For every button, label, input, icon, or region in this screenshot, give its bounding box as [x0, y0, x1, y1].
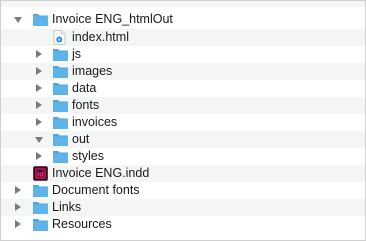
row-invoices[interactable]: invoices [1, 114, 365, 131]
folder-label: invoices [72, 115, 118, 129]
row-out[interactable]: out [1, 131, 365, 148]
svg-text:Id: Id [37, 170, 44, 179]
folder-icon [32, 13, 49, 30]
disclosure-collapsed-icon[interactable] [36, 84, 42, 92]
disclosure-collapsed-icon[interactable] [36, 118, 42, 126]
folder-label: Links [52, 200, 82, 214]
disclosure-collapsed-icon[interactable] [36, 101, 42, 109]
folder-label: styles [72, 149, 104, 163]
folder-label: Resources [52, 217, 112, 231]
folder-label: Invoice ENG_htmlOut [52, 12, 173, 26]
row-data[interactable]: data [1, 80, 365, 97]
disclosure-expanded-icon[interactable] [35, 137, 43, 143]
folder-label: data [72, 81, 97, 95]
row-styles[interactable]: styles [1, 148, 365, 165]
folder-label: fonts [72, 98, 100, 112]
disclosure-collapsed-icon[interactable] [36, 50, 42, 58]
folder-label: images [72, 64, 113, 78]
folder-icon [32, 218, 49, 235]
row-images[interactable]: images [1, 63, 365, 80]
disclosure-collapsed-icon[interactable] [36, 152, 42, 160]
row-resources[interactable]: Resources [1, 216, 365, 233]
folder-label: Document fonts [52, 183, 140, 197]
finder-list-view: Invoice ENG_htmlOut index.html js images… [0, 0, 366, 241]
disclosure-collapsed-icon[interactable] [15, 220, 21, 228]
disclosure-expanded-icon[interactable] [14, 17, 22, 23]
row-invoice-eng-htmlout[interactable]: Invoice ENG_htmlOut [1, 11, 365, 28]
folder-label: js [72, 47, 82, 61]
file-label: index.html [72, 30, 129, 44]
disclosure-collapsed-icon[interactable] [15, 203, 21, 211]
file-label: Invoice ENG.indd [52, 166, 150, 180]
row-js[interactable]: js [1, 46, 365, 63]
partial-row [1, 1, 365, 7]
row-invoice-eng-indd[interactable]: Id Invoice ENG.indd [1, 165, 365, 182]
row-links[interactable]: Links [1, 199, 365, 216]
disclosure-collapsed-icon[interactable] [36, 67, 42, 75]
folder-label: out [72, 132, 90, 146]
row-fonts[interactable]: fonts [1, 97, 365, 114]
row-index-html[interactable]: index.html [1, 29, 365, 46]
disclosure-collapsed-icon[interactable] [15, 186, 21, 194]
row-document-fonts[interactable]: Document fonts [1, 182, 365, 199]
